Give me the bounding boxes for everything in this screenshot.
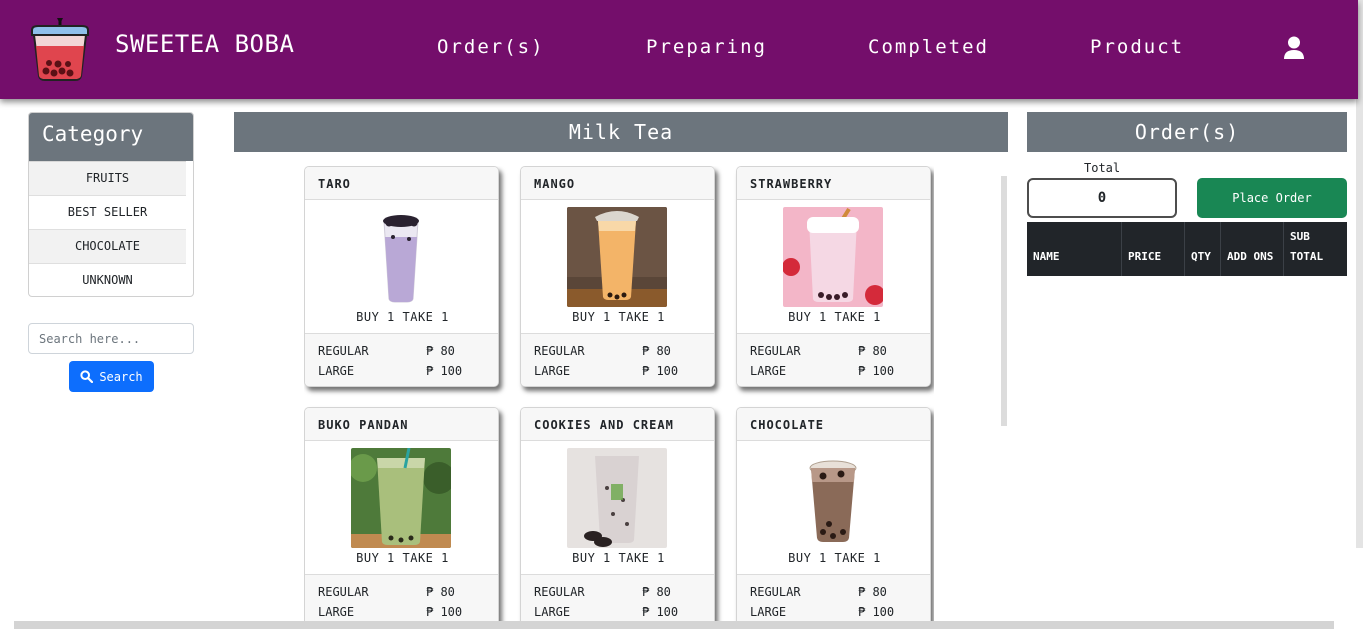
product-name: MANGO (521, 167, 714, 200)
product-card-taro[interactable]: TARO BUY 1 TAKE 1 REGULAR ₱ 80 LARGE ₱ 100 (304, 166, 499, 387)
product-grid: TARO BUY 1 TAKE 1 REGULAR ₱ 80 LARGE ₱ 100… (304, 166, 934, 621)
place-order-button[interactable]: Place Order (1197, 178, 1347, 218)
size-label: LARGE (750, 605, 787, 619)
product-promo: BUY 1 TAKE 1 (572, 310, 665, 324)
column-add-ons: ADD ONS (1221, 222, 1284, 276)
product-card-cookies-and-cream[interactable]: COOKIES AND CREAM BUY 1 TAKE 1 REGULAR ₱ … (520, 407, 715, 621)
buko-pandan-drink-image (351, 448, 451, 548)
strawberry-drink-image (783, 207, 883, 307)
price-value: ₱ 80 (426, 344, 455, 358)
nav-preparing[interactable]: Preparing (646, 36, 767, 58)
product-name: TARO (305, 167, 498, 200)
size-label: LARGE (318, 605, 355, 619)
category-chocolate[interactable]: CHOCOLATE (29, 229, 186, 263)
app-header: SWEETEA BOBA Order(s) Preparing Complete… (0, 0, 1358, 99)
brand-title: SWEETEA BOBA (115, 30, 295, 58)
product-name: CHOCOLATE (737, 408, 930, 441)
size-label: REGULAR (534, 585, 585, 599)
product-card-buko-pandan[interactable]: BUKO PANDAN BUY 1 TAKE 1 REGULAR ₱ 80 LAR… (304, 407, 499, 621)
search-button[interactable]: Search (69, 361, 154, 392)
product-prices: REGULAR ₱ 80 LARGE ₱ 100 (521, 333, 714, 386)
cookies-and-cream-drink-image (567, 448, 667, 548)
price-value: ₱ 100 (858, 364, 895, 378)
nav-product[interactable]: Product (1090, 36, 1184, 58)
column-sub-total: SUB TOTAL (1290, 230, 1324, 263)
price-value: ₱ 80 (642, 585, 671, 599)
product-prices: REGULAR ₱ 80 LARGE ₱ 100 (305, 333, 498, 386)
product-prices: REGULAR ₱ 80 LARGE ₱ 100 (737, 574, 930, 621)
search-input[interactable] (28, 323, 194, 354)
size-label: LARGE (534, 605, 571, 619)
category-title: Category (29, 113, 193, 161)
column-name: NAME (1027, 222, 1122, 276)
taro-drink-image (351, 207, 451, 307)
price-value: ₱ 80 (858, 585, 887, 599)
nav-completed[interactable]: Completed (868, 36, 989, 58)
total-value: 0 (1027, 178, 1177, 218)
products-scrollbar[interactable] (1001, 176, 1007, 426)
category-fruits[interactable]: FRUITS (29, 161, 186, 195)
product-name: COOKIES AND CREAM (521, 408, 714, 441)
product-prices: REGULAR ₱ 80 LARGE ₱ 100 (305, 574, 498, 621)
category-best-seller[interactable]: BEST SELLER (29, 195, 186, 229)
size-label: REGULAR (534, 344, 585, 358)
size-label: LARGE (534, 364, 571, 378)
price-value: ₱ 100 (426, 364, 463, 378)
boba-cup-logo (31, 18, 89, 81)
product-name: STRAWBERRY (737, 167, 930, 200)
chocolate-drink-image (783, 448, 883, 548)
size-label: LARGE (318, 364, 355, 378)
size-label: REGULAR (750, 344, 801, 358)
product-card-mango[interactable]: MANGO BUY 1 TAKE 1 REGULAR ₱ 80 LARGE ₱ 10… (520, 166, 715, 387)
user-icon[interactable] (1283, 36, 1305, 60)
product-promo: BUY 1 TAKE 1 (572, 551, 665, 565)
product-name: BUKO PANDAN (305, 408, 498, 441)
product-prices: REGULAR ₱ 80 LARGE ₱ 100 (737, 333, 930, 386)
size-label: REGULAR (318, 585, 369, 599)
search-button-label: Search (99, 369, 143, 384)
product-promo: BUY 1 TAKE 1 (788, 551, 881, 565)
size-label: LARGE (750, 364, 787, 378)
orders-table-header: NAME PRICE QTY ADD ONS SUB TOTAL (1027, 222, 1347, 276)
category-card: Category FRUITS BEST SELLER CHOCOLATE UN… (28, 112, 194, 297)
size-label: REGULAR (750, 585, 801, 599)
product-promo: BUY 1 TAKE 1 (356, 551, 449, 565)
total-label: Total (1084, 161, 1121, 175)
product-promo: BUY 1 TAKE 1 (788, 310, 881, 324)
page-horizontal-scrollbar[interactable] (14, 621, 1334, 629)
category-unknown[interactable]: UNKNOWN (29, 263, 186, 296)
search-icon (80, 370, 94, 383)
price-value: ₱ 80 (858, 344, 887, 358)
column-price: PRICE (1122, 222, 1185, 276)
product-card-strawberry[interactable]: STRAWBERRY BUY 1 TAKE 1 REGULAR ₱ 80 LARG… (736, 166, 931, 387)
price-value: ₱ 100 (642, 605, 679, 619)
price-value: ₱ 100 (426, 605, 463, 619)
column-qty: QTY (1185, 222, 1221, 276)
orders-title: Order(s) (1027, 112, 1347, 152)
products-title: Milk Tea (234, 112, 1008, 152)
price-value: ₱ 80 (642, 344, 671, 358)
nav-orders[interactable]: Order(s) (437, 36, 545, 58)
size-label: REGULAR (318, 344, 369, 358)
product-prices: REGULAR ₱ 80 LARGE ₱ 100 (521, 574, 714, 621)
product-promo: BUY 1 TAKE 1 (356, 310, 449, 324)
product-card-chocolate[interactable]: CHOCOLATE BUY 1 TAKE 1 REGULAR ₱ 80 LARGE… (736, 407, 931, 621)
mango-drink-image (567, 207, 667, 307)
price-value: ₱ 100 (642, 364, 679, 378)
price-value: ₱ 80 (426, 585, 455, 599)
price-value: ₱ 100 (858, 605, 895, 619)
